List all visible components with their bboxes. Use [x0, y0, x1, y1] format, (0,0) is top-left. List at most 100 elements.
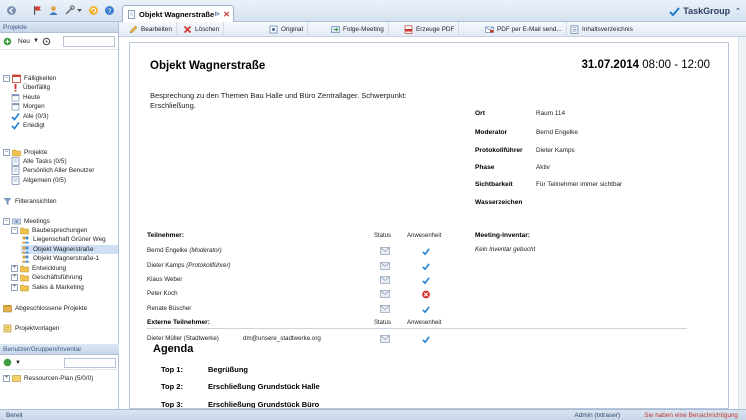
pdf-icon — [404, 24, 413, 34]
close-icon[interactable]: ✕ — [223, 10, 230, 19]
meeting-datetime: 31.07.2014 08:00 - 12:00 — [581, 59, 710, 71]
tree-item-objekt-wagnerstraße-1[interactable]: Objekt Wagnerstraße-1 — [21, 254, 99, 263]
tree-item-sales-marketing[interactable]: + Sales & Marketing — [11, 283, 84, 292]
pin-icon[interactable]: ⊳ — [214, 10, 220, 18]
tree-item-überfällig[interactable]: Überfällig — [11, 83, 50, 92]
flag-icon[interactable] — [32, 5, 43, 16]
meeting-document: Objekt Wagnerstraße 31.07.2014 08:00 - 1… — [129, 42, 729, 409]
tree-item-meetings[interactable]: − Meetings — [3, 217, 50, 226]
folder-icon — [12, 149, 21, 157]
tree-item-label: Allgemein (0/5) — [23, 177, 66, 184]
tree-item-baubesprechungen[interactable]: − Baubesprechungen — [11, 226, 87, 235]
mail-status-icon[interactable] — [380, 262, 390, 270]
ressourcen-plan-item[interactable]: + Ressourcen-Plan (5/0/0) — [3, 374, 93, 383]
present-check-icon[interactable] — [421, 335, 431, 344]
info-value: Bernd Engelke — [536, 129, 578, 136]
tree-item-morgen[interactable]: Morgen — [11, 102, 45, 111]
status-user[interactable]: Admin (txtraser) — [575, 412, 620, 419]
action-toc-button[interactable]: Inhaltsverzeichnis — [566, 22, 637, 37]
tree-item-fälligkeiten[interactable]: − Fälligkeiten — [3, 74, 56, 83]
participant-role: (Protokollführer) — [186, 262, 231, 269]
action-pdf-button[interactable]: Erzeuge PDF — [400, 21, 460, 37]
tree-item-geschäftsführung[interactable]: + Geschäftsführung — [11, 273, 82, 282]
document-tab-title: Objekt Wagnerstraße — [139, 9, 215, 19]
document-tab[interactable]: Objekt Wagnerstraße ⊳ ✕ — [122, 5, 234, 22]
users-search-input[interactable] — [64, 357, 116, 368]
present-check-icon[interactable] — [421, 276, 431, 285]
tree-item-objekt-wagnerstraße[interactable]: Objekt Wagnerstraße — [21, 245, 118, 254]
present-check-icon[interactable] — [421, 262, 431, 271]
meeting-icon — [12, 218, 21, 225]
tree-item-alle-0-3[interactable]: Alle (0/3) — [11, 112, 49, 121]
expand-icon[interactable]: + — [3, 375, 10, 382]
chevron-up-icon[interactable]: ⌃ — [735, 7, 741, 15]
folder-icon — [20, 227, 29, 235]
external-participant-email[interactable]: dm@unsere_stadtwerke.org — [243, 335, 321, 342]
tree-item-allgemein-0-5[interactable]: Allgemein (0/5) — [11, 176, 66, 185]
tree-item-label: Fälligkeiten — [24, 75, 57, 82]
add-user-icon[interactable] — [3, 358, 12, 367]
tree-item-entwicklung[interactable]: + Entwicklung — [11, 264, 66, 273]
agenda-item-label: Top 3: — [161, 400, 183, 409]
toc-icon — [570, 24, 579, 34]
folder-icon — [20, 274, 29, 282]
expand-icon[interactable]: − — [3, 218, 10, 225]
inventory-header: Meeting-Inventar: — [475, 232, 530, 239]
tree-item-liegenschaft-grüner-weg[interactable]: Liegenschaft Grüner Weg — [21, 235, 106, 244]
expand-icon[interactable]: + — [11, 284, 18, 291]
brand-name: TaskGroup — [683, 6, 731, 16]
settings-icon[interactable] — [42, 37, 51, 46]
expand-icon[interactable]: + — [11, 274, 18, 281]
tree-item-projekte[interactable]: − Projekte — [3, 148, 47, 157]
notification-link[interactable]: Sie haben eine Benachrichtigung — [644, 412, 738, 419]
action-edit-button[interactable]: Bearbeiten — [125, 21, 177, 37]
info-label: Wasserzeichen — [475, 199, 523, 206]
expand-icon[interactable]: + — [11, 265, 18, 272]
mail-status-icon[interactable] — [380, 290, 390, 298]
participant-name-text: Peter Koch — [147, 290, 178, 297]
tree-item-filteransichten[interactable]: Filteransichten — [3, 197, 57, 206]
action-original-button[interactable]: Original — [265, 21, 309, 37]
refresh-icon[interactable] — [88, 5, 99, 16]
expand-icon[interactable]: − — [3, 75, 10, 82]
back-icon[interactable] — [6, 5, 17, 16]
mail-status-icon[interactable] — [380, 335, 390, 343]
tree-item-alle-tasks-0-5[interactable]: Alle Tasks (0/5) — [11, 157, 67, 166]
tree-item-persönlich-aller-benutzer[interactable]: Persönlich Aller Benutzer — [11, 166, 94, 175]
brand-logo: TaskGroup ⌃ — [669, 4, 741, 18]
mail-status-icon[interactable] — [380, 247, 390, 255]
action-delete-button[interactable]: Löschen — [179, 21, 225, 37]
tree-item-abgeschlossene-projekte[interactable]: Abgeschlossene Projekte — [3, 304, 87, 313]
edit-icon — [129, 25, 138, 33]
status-text: Bereit — [6, 412, 23, 419]
chevron-down-icon[interactable]: ▼ — [33, 38, 39, 44]
resource-plan-icon — [12, 375, 21, 382]
participant-name: Renate Büscher — [147, 305, 191, 312]
expand-icon[interactable]: − — [11, 227, 18, 234]
user-icon[interactable] — [48, 5, 59, 16]
agenda-divider — [147, 328, 687, 329]
info-value: Für Teilnehmer immer sichtbar — [536, 181, 623, 188]
tree-item-heute[interactable]: Heute — [11, 93, 40, 102]
participants-header: Teilnehmer: — [147, 232, 184, 239]
vertical-scrollbar[interactable] — [738, 37, 746, 409]
task-icon — [11, 176, 20, 185]
present-check-icon[interactable] — [421, 305, 431, 314]
tree-item-label: Filteransichten — [15, 198, 57, 205]
tools-icon[interactable] — [64, 5, 75, 16]
action-followup-button[interactable]: Folge-Meeting — [327, 21, 389, 37]
present-check-icon[interactable] — [421, 247, 431, 256]
mail-status-icon[interactable] — [380, 305, 390, 313]
project-search-input[interactable] — [63, 35, 115, 47]
chevron-down-icon[interactable] — [76, 5, 83, 16]
chevron-down-icon[interactable]: ▼ — [15, 360, 21, 366]
help-icon[interactable]: ? — [104, 5, 115, 16]
tree-item-projektvorlagen[interactable]: Projektvorlagen — [3, 324, 59, 333]
absent-cross-icon[interactable] — [421, 290, 431, 299]
new-project-icon[interactable] — [3, 37, 12, 46]
mail-status-icon[interactable] — [380, 276, 390, 284]
tree-item-erledigt[interactable]: Erledigt — [11, 121, 45, 130]
action-pdf-mail-button[interactable]: PDF per E-Mail send... — [481, 21, 567, 37]
new-button[interactable]: Neu — [18, 38, 30, 45]
expand-icon[interactable]: − — [3, 149, 10, 156]
